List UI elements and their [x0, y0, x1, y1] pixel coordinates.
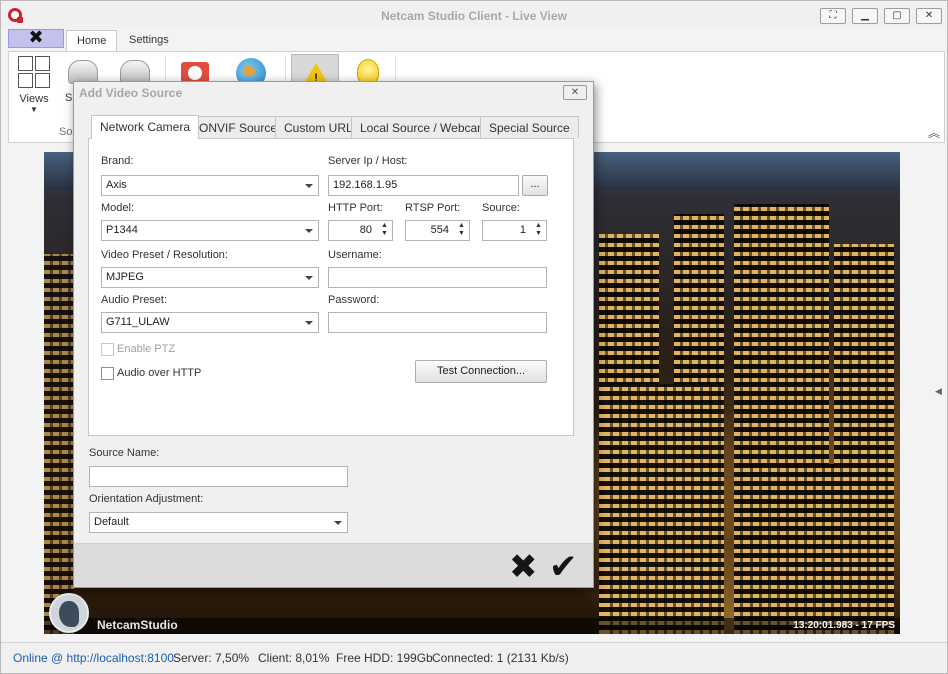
status-online-link[interactable]: Online @ http://localhost:8100 [13, 651, 174, 665]
spinner-arrows-icon[interactable]: ▲ ▼ [380, 222, 389, 238]
password-label: Password: [328, 294, 380, 306]
browse-server-button[interactable]: ... [522, 175, 548, 196]
status-client: Client: 8,01% [258, 651, 330, 665]
rtsp-port-stepper[interactable]: 554 ▲ ▼ [405, 220, 470, 241]
video-timestamp: 13:20:01.983 - 17 FPS [793, 620, 895, 631]
audio-over-http-label: Audio over HTTP [117, 367, 202, 379]
video-building [44, 254, 74, 634]
title-bar: Netcam Studio Client - Live View ⛶ ▁ ▢ ✕ [1, 1, 947, 29]
chevron-down-icon: ▼ [30, 105, 38, 114]
video-building [604, 384, 724, 634]
source-label: Source: [482, 202, 520, 214]
netcam-logo-icon [49, 593, 89, 633]
status-free-hdd: Free HDD: 199Gb [336, 651, 433, 665]
tab-local-source-webcam[interactable]: Local Source / Webcam [351, 116, 497, 138]
panel-expand-icon[interactable]: ◀ [935, 386, 942, 397]
orientation-select[interactable]: Default [89, 512, 348, 533]
rtsp-port-label: RTSP Port: [405, 202, 461, 214]
minimize-button[interactable]: ▁ [852, 8, 878, 24]
check-icon[interactable]: ✔ [549, 550, 578, 584]
status-connected: Connected: 1 (2131 Kb/s) [432, 651, 569, 665]
source-value: 1 [519, 224, 526, 236]
tab-custom-url[interactable]: Custom URL [275, 116, 362, 138]
window-title: Netcam Studio Client - Live View [381, 9, 567, 23]
chevron-down-icon [334, 521, 342, 525]
fullscreen-button[interactable]: ⛶ [820, 8, 846, 24]
ribbon-close-button[interactable]: ✖ [8, 29, 64, 48]
orientation-label: Orientation Adjustment: [89, 493, 204, 505]
spinner-arrows-icon[interactable]: ▲ ▼ [457, 222, 466, 238]
server-input[interactable]: 192.168.1.95 [328, 175, 519, 196]
views-grid-icon [18, 56, 50, 88]
video-building [744, 464, 894, 634]
enable-ptz-checkbox[interactable] [101, 343, 114, 356]
main-window: Netcam Studio Client - Live View ⛶ ▁ ▢ ✕… [0, 0, 948, 674]
model-select[interactable]: P1344 [101, 220, 319, 241]
chevron-down-icon [305, 321, 313, 325]
status-server: Server: 7,50% [173, 651, 250, 665]
video-preset-value: MJPEG [106, 271, 144, 283]
source-stepper[interactable]: 1 ▲ ▼ [482, 220, 547, 241]
brand-select[interactable]: Axis [101, 175, 319, 196]
close-icon[interactable]: ✖ [509, 550, 538, 584]
username-label: Username: [328, 249, 382, 261]
enable-ptz-label: Enable PTZ [117, 343, 176, 355]
video-logo-text: NetcamStudio [97, 618, 178, 632]
server-label: Server Ip / Host: [328, 155, 408, 167]
video-preset-label: Video Preset / Resolution: [101, 249, 228, 261]
collapse-ribbon-icon[interactable]: ︽ [928, 124, 940, 141]
brand-value: Axis [106, 179, 127, 191]
dialog-footer: ✖ ✔ [74, 543, 593, 587]
tab-special-source[interactable]: Special Source [480, 116, 579, 138]
orientation-value: Default [94, 516, 129, 528]
camera-add-button[interactable] [117, 56, 153, 84]
http-port-label: HTTP Port: [328, 202, 383, 214]
tab-settings[interactable]: Settings [119, 30, 179, 52]
server-value: 192.168.1.95 [333, 179, 398, 191]
model-value: P1344 [106, 224, 138, 236]
tab-network-camera[interactable]: Network Camera [91, 115, 200, 139]
network-camera-panel: Brand: Axis Server Ip / Host: 192.168.1.… [88, 138, 574, 436]
dialog-close-button[interactable]: ✕ [563, 85, 587, 100]
views-label: Views [19, 93, 49, 105]
rtsp-port-value: 554 [430, 224, 449, 236]
test-connection-button[interactable]: Test Connection... [415, 360, 547, 383]
model-label: Model: [101, 202, 135, 214]
add-video-source-dialog: Add Video Source ✕ Network Camera ONVIF … [73, 81, 594, 588]
views-button[interactable]: Views ▼ [17, 56, 51, 114]
dialog-title: Add Video Source [79, 86, 183, 100]
video-preset-select[interactable]: MJPEG [101, 267, 319, 288]
username-input[interactable] [328, 267, 547, 288]
audio-preset-value: G711_ULAW [106, 316, 170, 328]
chevron-down-icon [305, 184, 313, 188]
spinner-arrows-icon[interactable]: ▲ ▼ [534, 222, 543, 238]
status-bar: Online @ http://localhost:8100 Server: 7… [1, 642, 947, 673]
tab-home[interactable]: Home [66, 30, 118, 52]
video-button[interactable] [177, 56, 213, 84]
chevron-down-icon [305, 276, 313, 280]
http-port-stepper[interactable]: 80 ▲ ▼ [328, 220, 393, 241]
audio-preset-label: Audio Preset: [101, 294, 168, 306]
ribbon-group-label: So [59, 126, 73, 138]
password-input[interactable] [328, 312, 547, 333]
source-name-label: Source Name: [89, 447, 160, 459]
audio-over-http-checkbox[interactable] [101, 367, 114, 380]
source-name-input[interactable] [89, 466, 348, 487]
maximize-button[interactable]: ▢ [884, 8, 910, 24]
chevron-down-icon [305, 229, 313, 233]
tab-onvif-source[interactable]: ONVIF Source [190, 116, 287, 138]
close-window-button[interactable]: ✕ [916, 8, 942, 24]
audio-preset-select[interactable]: G711_ULAW [101, 312, 319, 333]
brand-label: Brand: [101, 155, 134, 167]
http-port-value: 80 [359, 224, 372, 236]
